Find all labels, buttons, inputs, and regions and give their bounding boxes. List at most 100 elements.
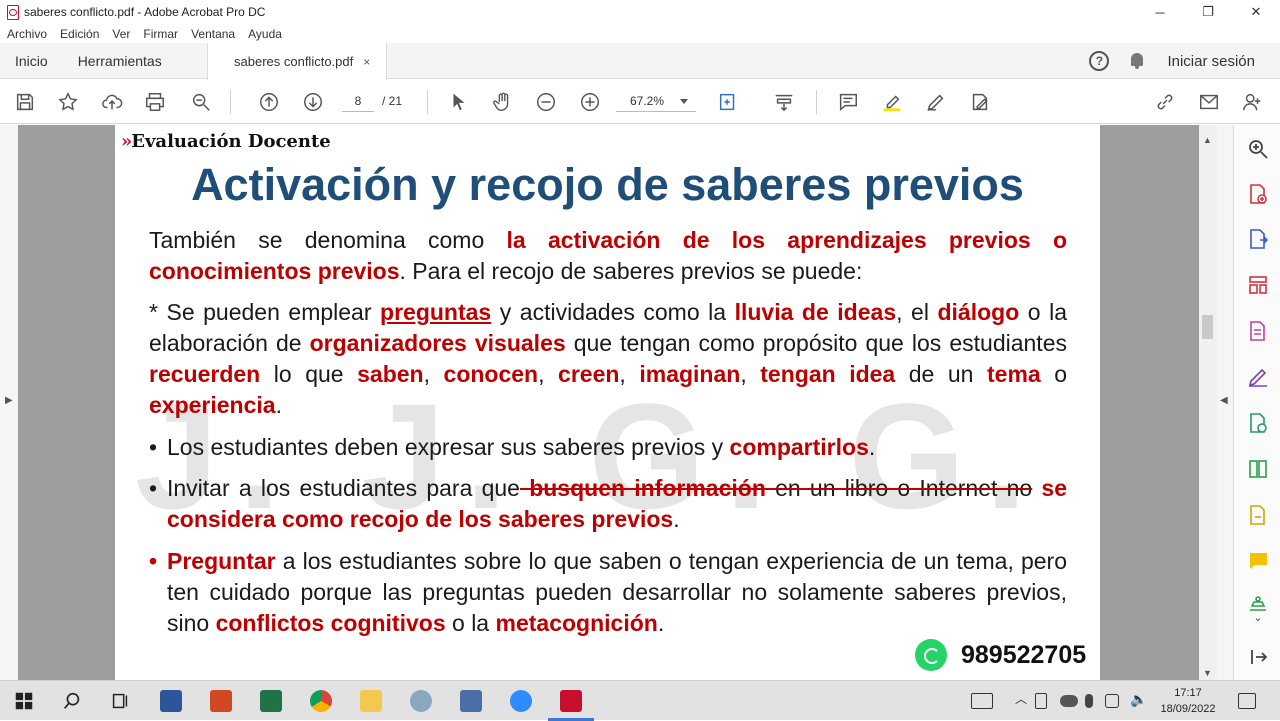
highlight-text: organizadores visuales <box>309 330 566 356</box>
keyboard-icon[interactable] <box>971 693 993 709</box>
excel-icon[interactable] <box>260 690 282 712</box>
email-icon[interactable] <box>1197 90 1221 114</box>
text: Los estudiantes deben expresar sus saber… <box>167 434 730 460</box>
network-icon[interactable] <box>1105 694 1119 708</box>
star-icon[interactable] <box>56 90 80 114</box>
zoom-in-icon[interactable] <box>578 90 602 114</box>
export-pdf-icon[interactable] <box>1246 227 1270 251</box>
zoom-search-icon[interactable] <box>189 90 213 114</box>
page-down-icon[interactable] <box>301 90 325 114</box>
cloud-icon[interactable] <box>1060 695 1078 707</box>
close-button[interactable]: ✕ <box>1232 0 1280 24</box>
powerpoint-icon[interactable] <box>210 690 232 712</box>
chrome-icon[interactable] <box>310 690 332 712</box>
zoom-out-icon[interactable] <box>534 90 558 114</box>
vertical-scrollbar[interactable]: ▲ ▼ <box>1199 125 1217 680</box>
page-number-input[interactable]: 8 <box>342 90 374 112</box>
maximize-button[interactable]: ❐ <box>1184 0 1232 24</box>
windows-start-icon[interactable] <box>13 690 35 712</box>
left-panel-toggle[interactable]: ▶ <box>0 125 18 680</box>
menu-edicion[interactable]: Edición <box>60 27 99 41</box>
comment-panel-icon[interactable] <box>1246 549 1270 573</box>
menu-ventana[interactable]: Ventana <box>191 27 235 41</box>
send-review-icon[interactable] <box>1246 411 1270 435</box>
text: , <box>538 361 559 387</box>
tab-document[interactable]: saberes conflicto.pdf × <box>207 43 387 80</box>
search-taskbar-icon[interactable] <box>61 690 83 712</box>
word-icon[interactable] <box>160 690 182 712</box>
task-view-icon[interactable] <box>109 690 131 712</box>
share-link-icon[interactable] <box>1153 90 1177 114</box>
fit-page-icon[interactable] <box>716 90 740 114</box>
bullet-marker: • <box>149 475 158 501</box>
hand-tool-icon[interactable] <box>491 90 515 114</box>
right-panel-toggle[interactable]: ◀ <box>1217 125 1233 680</box>
save-icon[interactable] <box>13 90 37 114</box>
more-tools-icon[interactable]: ⌄ <box>1246 611 1270 625</box>
bell-icon[interactable] <box>1129 52 1145 70</box>
tab-bar: Inicio Herramientas saberes conflicto.pd… <box>0 43 1280 80</box>
highlight-text: metacognición <box>495 610 658 636</box>
highlight-text: conocen <box>443 361 539 387</box>
menu-ayuda[interactable]: Ayuda <box>248 27 282 41</box>
menu-archivo[interactable]: Archivo <box>7 27 47 41</box>
bullet-marker: • <box>149 548 158 574</box>
file-explorer-icon[interactable] <box>360 690 382 712</box>
pen-sign-icon[interactable] <box>924 90 948 114</box>
minimize-button[interactable]: ─ <box>1136 0 1184 24</box>
system-clock[interactable]: 17:17 18/09/2022 <box>1155 685 1221 717</box>
fill-sign-panel-icon[interactable] <box>1246 365 1270 389</box>
page-up-icon[interactable] <box>257 90 281 114</box>
paint-icon[interactable] <box>410 690 432 712</box>
tab-herramientas[interactable]: Herramientas <box>63 43 177 79</box>
zoom-level-select[interactable]: 67.2% <box>616 90 696 112</box>
volume-icon[interactable]: 🔈 <box>1130 691 1152 713</box>
organize-pages-icon[interactable] <box>1246 273 1270 297</box>
highlight-text: busquen información <box>519 475 766 501</box>
text: , el <box>896 299 938 325</box>
highlight-text: creen <box>558 361 620 387</box>
add-user-icon[interactable] <box>1240 90 1264 114</box>
bullet-ask: • Preguntar a los estudiantes sobre lo q… <box>149 546 1067 639</box>
tab-close-icon[interactable]: × <box>363 55 370 69</box>
tab-inicio[interactable]: Inicio <box>0 43 63 79</box>
text: que tengan como propósito que los estudi… <box>565 330 1067 356</box>
expand-left-icon[interactable]: ▶ <box>5 395 13 406</box>
calculator-icon[interactable] <box>460 690 482 712</box>
acrobat-taskbar-icon[interactable] <box>560 690 582 712</box>
window-titlebar: saberes conflicto.pdf - Adobe Acrobat Pr… <box>0 0 1280 24</box>
scroll-down-icon[interactable]: ▼ <box>1203 668 1212 678</box>
highlight-text: recuerden <box>149 361 261 387</box>
scroll-thumb[interactable] <box>1202 315 1213 339</box>
search-icon[interactable] <box>1246 137 1270 161</box>
menu-firmar[interactable]: Firmar <box>143 27 178 41</box>
menu-ver[interactable]: Ver <box>112 27 130 41</box>
microphone-icon[interactable] <box>1085 694 1093 708</box>
windows-taskbar: ︿ 🔈 17:17 18/09/2022 <box>0 680 1280 721</box>
clock-date: 18/09/2022 <box>1160 703 1216 715</box>
create-pdf-icon[interactable] <box>1246 182 1270 206</box>
help-icon[interactable]: ? <box>1089 51 1110 71</box>
notifications-icon[interactable] <box>1238 693 1256 709</box>
fill-sign-icon[interactable] <box>968 90 992 114</box>
tray-chevron-icon[interactable]: ︿ <box>1010 690 1032 712</box>
print-icon[interactable] <box>143 90 167 114</box>
scroll-up-icon[interactable]: ▲ <box>1203 135 1212 145</box>
collapse-panel-icon[interactable] <box>1246 645 1270 669</box>
upload-cloud-icon[interactable] <box>100 90 124 114</box>
text: en un libro o Internet no <box>765 475 1033 501</box>
signin-button[interactable]: Iniciar sesión <box>1167 53 1255 70</box>
collapse-right-icon[interactable]: ◀ <box>1220 395 1228 406</box>
comment-icon[interactable] <box>836 90 860 114</box>
highlight-icon[interactable] <box>880 90 904 114</box>
window-title: saberes conflicto.pdf - Adobe Acrobat Pr… <box>24 5 266 19</box>
bullet-marker: • <box>149 434 158 460</box>
scroll-mode-icon[interactable] <box>772 90 796 114</box>
zoom-app-icon[interactable] <box>510 690 532 712</box>
battery-icon[interactable] <box>1035 693 1047 709</box>
edit-pdf-icon[interactable] <box>1246 319 1270 343</box>
export-file-icon[interactable] <box>1246 503 1270 527</box>
brand-chevron-icon: » <box>121 131 132 152</box>
compare-icon[interactable] <box>1246 457 1270 481</box>
select-cursor-icon[interactable] <box>447 90 471 114</box>
